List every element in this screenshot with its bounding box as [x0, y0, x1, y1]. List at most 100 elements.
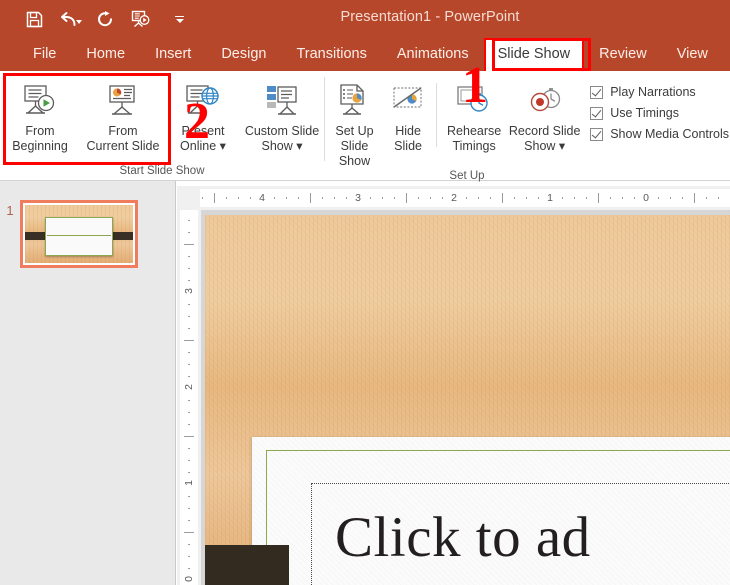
ruler-tick [188, 472, 190, 473]
thumbnail-background [25, 205, 133, 263]
tab-view[interactable]: View [662, 38, 723, 71]
rehearse-timings-icon [454, 81, 494, 123]
ruler-tick [188, 280, 190, 281]
tab-slide-show[interactable]: Slide Show [484, 38, 585, 71]
ruler-tick [226, 197, 227, 199]
ruler-tick-label: 1 [183, 475, 195, 491]
play-narrations-checkbox[interactable]: Play Narrations [590, 85, 729, 99]
tab-review[interactable]: Review [584, 38, 662, 71]
window-title: Presentation1 - PowerPoint [0, 9, 730, 25]
ruler-tick [442, 197, 443, 199]
ruler-tick [188, 400, 190, 401]
ruler-tick [188, 544, 190, 545]
slide-surface[interactable]: Click to ad [205, 215, 730, 585]
ribbon-tab-strip: File Home Insert Design Transitions Anim… [0, 38, 730, 71]
slide-dark-bar [205, 545, 289, 585]
ruler-tick-label: 3 [183, 283, 195, 299]
ruler-tick [286, 197, 287, 199]
ruler-tick [188, 448, 190, 449]
ribbon-group-set-up: Set Up Slide Show Hide Slide [325, 71, 729, 181]
horizontal-ruler[interactable]: 43210 [177, 186, 730, 210]
group-label-set-up: Set Up [205, 169, 729, 184]
hide-slide-label: Hide Slide [394, 124, 422, 154]
ruler-tick [188, 220, 190, 221]
ruler-tick [466, 197, 467, 199]
set-up-slide-show-icon [334, 81, 374, 123]
rehearse-timings-button[interactable]: Rehearse Timings [441, 77, 507, 154]
set-up-slide-show-label: Set Up Slide Show [325, 124, 384, 169]
checkmark-icon [590, 128, 603, 141]
from-beginning-label: From Beginning [12, 124, 68, 154]
ribbon: From Beginning [0, 71, 730, 181]
ruler-tick-label: 2 [183, 379, 195, 395]
ruler-tick [184, 340, 194, 341]
ruler-tick [188, 376, 190, 377]
tab-design[interactable]: Design [206, 38, 281, 71]
ruler-tick [298, 197, 299, 199]
ruler-tick [184, 532, 194, 533]
ruler-tick [188, 556, 190, 557]
ruler-tick [188, 304, 190, 305]
ruler-tick [706, 197, 707, 199]
tab-animations[interactable]: Animations [382, 38, 484, 71]
from-current-slide-button[interactable]: From Current Slide [80, 77, 166, 154]
checkmark-icon [590, 107, 603, 120]
ruler-tick [382, 197, 383, 199]
slide-thumbnail-pane[interactable]: 1 [0, 181, 176, 585]
ruler-tick [188, 364, 190, 365]
ruler-tick [598, 193, 599, 203]
title-placeholder-text[interactable]: Click to ad [335, 505, 730, 570]
ruler-tick [502, 193, 503, 203]
tab-insert[interactable]: Insert [140, 38, 206, 71]
vertical-ruler[interactable]: 3 2 1 0 [177, 210, 201, 585]
slide-editing-canvas[interactable]: Click to ad [201, 210, 730, 585]
ruler-tick-label: 0 [183, 571, 195, 585]
from-beginning-button[interactable]: From Beginning [0, 77, 80, 154]
hide-slide-button[interactable]: Hide Slide [384, 77, 432, 154]
ruler-tick [670, 197, 671, 199]
tab-home[interactable]: Home [71, 38, 140, 71]
slide-thumbnail-1[interactable] [20, 200, 138, 268]
show-media-controls-checkbox[interactable]: Show Media Controls [590, 127, 729, 141]
ruler-tick [202, 197, 203, 199]
ruler-tick-label: 0 [638, 192, 654, 204]
ribbon-group-start-slide-show: From Beginning [0, 71, 324, 181]
show-media-controls-label: Show Media Controls [610, 127, 729, 141]
custom-slide-show-label: Custom Slide Show ▾ [245, 124, 319, 154]
set-up-slide-show-button[interactable]: Set Up Slide Show [325, 77, 384, 169]
record-slide-show-label: Record Slide Show ▾ [509, 124, 581, 154]
play-narrations-label: Play Narrations [610, 85, 695, 99]
ruler-tick [634, 197, 635, 199]
ruler-tick [184, 244, 194, 245]
present-online-button[interactable]: Present Online ▾ [166, 77, 240, 154]
tab-file[interactable]: File [18, 38, 71, 71]
ruler-tick [334, 197, 335, 199]
ruler-tick [188, 460, 190, 461]
ruler-tick-label: 4 [254, 192, 270, 204]
ruler-tick-label: 2 [446, 192, 462, 204]
ruler-tick [514, 197, 515, 199]
ruler-tick [274, 197, 275, 199]
hide-slide-icon [388, 81, 428, 123]
use-timings-checkbox[interactable]: Use Timings [590, 106, 729, 120]
ruler-tick [622, 197, 623, 199]
tab-transitions[interactable]: Transitions [281, 38, 381, 71]
ruler-tick [610, 197, 611, 199]
ruler-tick [188, 424, 190, 425]
record-slide-show-button[interactable]: Record Slide Show ▾ [507, 77, 582, 154]
from-current-slide-icon [103, 81, 143, 123]
custom-slide-show-icon [262, 81, 302, 123]
ruler-tick [188, 520, 190, 521]
ruler-tick [418, 197, 419, 199]
ruler-tick [394, 197, 395, 199]
slide-number: 1 [0, 200, 20, 218]
ruler-tick [214, 193, 215, 203]
ruler-tick [718, 197, 719, 199]
custom-slide-show-button[interactable]: Custom Slide Show ▾ [240, 77, 324, 154]
ruler-tick [188, 232, 190, 233]
ruler-tick [658, 197, 659, 199]
present-online-icon [183, 81, 223, 123]
use-timings-label: Use Timings [610, 106, 679, 120]
ruler-tick [562, 197, 563, 199]
set-up-inner-divider [436, 83, 437, 147]
